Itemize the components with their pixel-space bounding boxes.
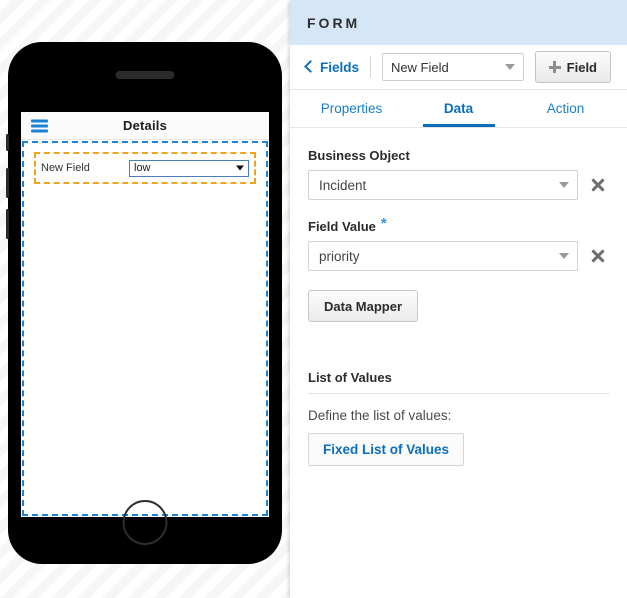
phone-screen[interactable]: Details New Field low <box>21 112 269 517</box>
chevron-down-icon <box>559 182 569 188</box>
tab-action[interactable]: Action <box>512 90 619 127</box>
panel-toolbar: Fields New Field Field <box>290 45 627 90</box>
hamburger-icon[interactable] <box>31 119 48 132</box>
fixed-list-of-values-label: Fixed List of Values <box>323 442 450 457</box>
tab-action-label: Action <box>546 101 585 116</box>
tab-data[interactable]: Data <box>405 90 512 127</box>
fixed-list-of-values-button[interactable]: Fixed List of Values <box>308 433 465 466</box>
form-editor-panel: FORM Fields New Field Field Properties D… <box>290 0 627 598</box>
chevron-down-icon <box>236 165 244 171</box>
field-value-value: priority <box>319 248 360 264</box>
mobile-field-dropdown-value: low <box>134 162 151 174</box>
required-asterisk-icon: * <box>380 215 387 232</box>
mobile-app-bar: Details <box>21 112 269 140</box>
business-object-group: Business Object Incident <box>308 148 609 200</box>
device-preview-canvas: Details New Field low <box>0 0 290 598</box>
phone-mute-switch <box>6 134 9 151</box>
back-to-fields-link[interactable]: Fields <box>304 59 370 75</box>
field-value-label: Field Value <box>308 219 376 234</box>
phone-home-button <box>122 500 168 545</box>
chevron-down-icon <box>504 64 515 70</box>
phone-mockup: Details New Field low <box>6 42 282 564</box>
business-object-label: Business Object <box>308 148 410 163</box>
tab-data-label: Data <box>443 101 474 116</box>
app-root: Details New Field low FORM Fields New Fi… <box>0 0 627 598</box>
field-value-label-row: Field Value * <box>308 215 609 234</box>
chevron-down-icon <box>559 253 569 259</box>
clear-business-object-icon[interactable] <box>589 177 606 194</box>
panel-tabs: Properties Data Action <box>290 90 627 128</box>
field-selection-outline[interactable]: New Field low <box>34 152 256 184</box>
phone-speaker-icon <box>115 71 175 79</box>
tab-properties[interactable]: Properties <box>298 90 405 127</box>
list-of-values-title: List of Values <box>308 370 392 385</box>
add-field-button[interactable]: Field <box>534 51 611 83</box>
add-field-label: Field <box>566 59 597 75</box>
mobile-field-dropdown[interactable]: low <box>129 159 249 177</box>
clear-field-value-icon[interactable] <box>589 248 606 265</box>
business-object-value: Incident <box>319 177 367 193</box>
plus-icon <box>548 61 561 73</box>
panel-title: FORM <box>307 14 361 31</box>
mobile-field-label: New Field <box>41 162 90 174</box>
section-divider <box>308 393 610 394</box>
list-of-values-description: Define the list of values: <box>308 408 452 423</box>
mobile-page-title: Details <box>122 118 168 133</box>
page-selection-outline[interactable]: New Field low <box>22 141 268 516</box>
back-to-fields-label: Fields <box>320 59 360 75</box>
field-selector-dropdown[interactable]: New Field <box>381 53 524 81</box>
panel-header: FORM <box>290 0 627 45</box>
field-value-group: Field Value * priority <box>308 215 609 271</box>
field-selector-value: New Field <box>390 59 449 75</box>
data-mapper-button[interactable]: Data Mapper <box>308 290 419 322</box>
toolbar-divider <box>370 56 371 78</box>
business-object-dropdown[interactable]: Incident <box>308 170 578 200</box>
phone-volume-up-button <box>6 168 9 198</box>
panel-body: Business Object Incident Field Value * p… <box>290 128 627 598</box>
field-value-row: priority <box>308 241 609 271</box>
business-object-row: Incident <box>308 170 609 200</box>
business-object-label-row: Business Object <box>308 148 609 163</box>
list-of-values-section: List of Values Define the list of values… <box>308 370 610 466</box>
tab-properties-label: Properties <box>320 101 383 116</box>
field-value-dropdown[interactable]: priority <box>308 241 578 271</box>
phone-volume-down-button <box>6 209 9 239</box>
data-mapper-label: Data Mapper <box>324 298 403 314</box>
chevron-left-icon <box>304 60 317 73</box>
